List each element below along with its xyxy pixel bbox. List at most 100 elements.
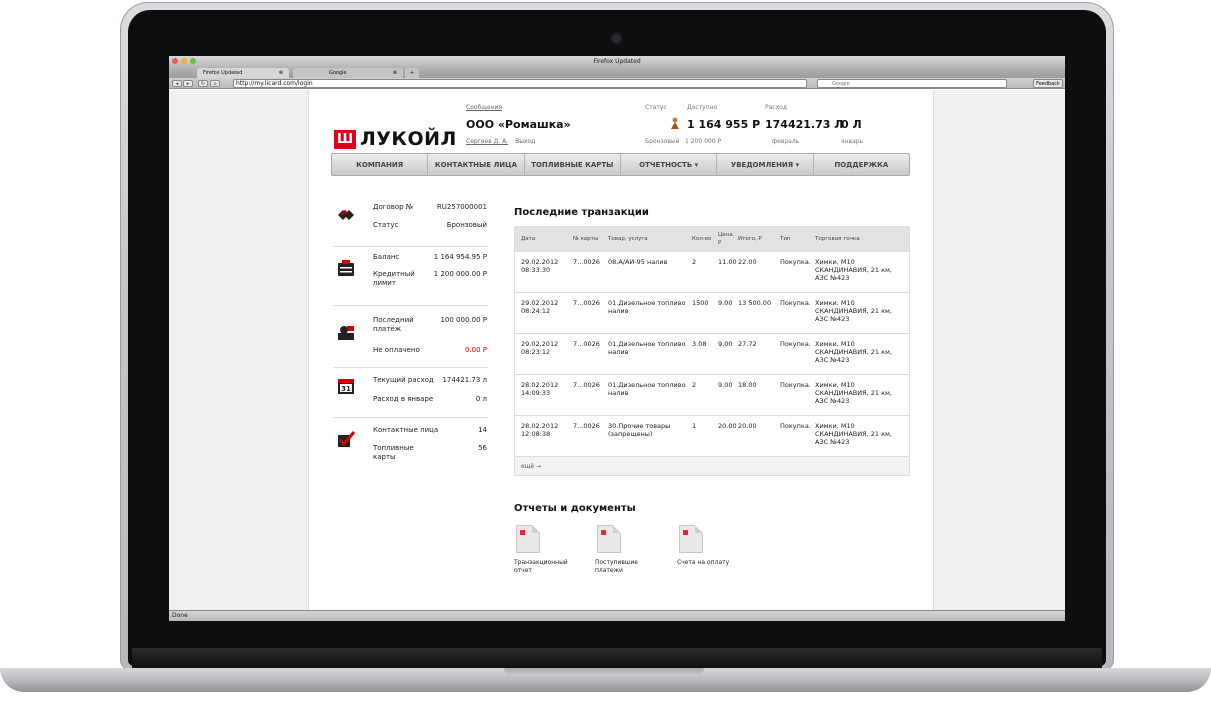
menu-item-reports[interactable]: ОТЧЕТНОСТЬ ▾: [621, 154, 718, 175]
reports-title: Отчеты и документы: [514, 503, 636, 514]
contacts-label[interactable]: Контактные лица: [373, 426, 443, 435]
column-header-type[interactable]: Тип: [780, 235, 815, 243]
table-row[interactable]: 28.02.2012 12:08:38 7...0026 30.Прочие т…: [515, 415, 909, 456]
cell-date: 29.02.2012 08:33:30: [521, 258, 559, 274]
expense-block: 31 Текущий расход 174421.73 л Расход в я…: [333, 368, 488, 418]
tab-close-icon[interactable]: ⊗: [393, 68, 397, 78]
cell-type: Покупка.: [780, 258, 811, 266]
column-header-qty[interactable]: Кол-во: [692, 235, 718, 243]
tab-google[interactable]: Google ⊗: [293, 68, 403, 78]
tab-firefox-updated[interactable]: Firefox Updated ⊗: [197, 68, 289, 78]
cell-qty: 1: [692, 422, 697, 430]
messages-link[interactable]: Сообщения: [466, 104, 502, 111]
user-info: Сергеев Д. А. Выход: [466, 138, 535, 145]
jan-expense-value: 0 л: [475, 395, 487, 403]
url-field[interactable]: http://my.licard.com/login: [233, 79, 807, 88]
window-titlebar: Firefox Updated: [169, 56, 1065, 67]
navigation-toolbar: ◂ ▸ ↻ ⌂ http://my.licard.com/login Googl…: [169, 78, 1065, 89]
zoom-icon[interactable]: [190, 58, 196, 64]
column-header-total[interactable]: Итого, Р: [738, 235, 780, 243]
back-icon[interactable]: ◂: [172, 80, 182, 87]
last-payment-label: Последний платёж: [373, 316, 414, 333]
column-header-price[interactable]: Цена, Р: [718, 231, 738, 247]
fuel-cards-value: 56: [478, 444, 487, 452]
cell-type: Покупка.: [780, 381, 811, 389]
checklist-icon: [338, 431, 355, 447]
company-name: ООО «Ромашка»: [466, 118, 571, 131]
camera-icon: [612, 34, 621, 43]
more-transactions-link[interactable]: ещё →: [515, 456, 909, 475]
unpaid-value: 0.00 Р: [464, 346, 487, 354]
table-row[interactable]: 29.02.2012 08:33:30 7...0026 08.А/АИ-95 …: [515, 251, 909, 292]
home-icon[interactable]: ⌂: [210, 80, 220, 87]
lukoil-logo[interactable]: Ш ЛУКОЙЛ: [334, 128, 457, 150]
cell-qty: 2: [692, 258, 697, 266]
menu-item-notifications[interactable]: УВЕДОМЛЕНИЯ ▾: [717, 154, 814, 175]
cell-station: Химки, М10 СКАНДИНАВИЯ, 21 км, АЗС №423: [815, 422, 892, 446]
report-label: Поступившие платежи: [595, 559, 638, 574]
cell-card: 7...0026: [573, 299, 600, 307]
menu-item-company[interactable]: КОМПАНИЯ: [332, 154, 429, 175]
cell-product: 08.А/АИ-95 налив: [608, 258, 668, 266]
reload-icon[interactable]: ↻: [198, 80, 208, 87]
fuel-cards-label[interactable]: Топливные карты: [373, 444, 429, 462]
column-header-date[interactable]: Дата: [515, 235, 573, 243]
menu-item-fuel-cards[interactable]: ТОПЛИВНЫЕ КАРТЫ: [525, 154, 621, 175]
unpaid-label: Не оплачено: [373, 346, 420, 354]
feedback-button[interactable]: Feedback: [1033, 79, 1063, 88]
report-transactions[interactable]: Транзакционный отчет: [514, 525, 584, 575]
cell-station: Химки, М10 СКАНДИНАВИЯ, 21 км, АЗС №423: [815, 381, 892, 405]
close-icon[interactable]: [172, 58, 178, 64]
cell-card: 7...0026: [573, 340, 600, 348]
user-link[interactable]: Сергеев Д. А.: [466, 138, 508, 145]
status-bar: Done: [169, 610, 1065, 621]
table-header: Дата № карты Товар, услуга Кол-во Цена, …: [515, 227, 909, 251]
minimize-icon[interactable]: [181, 58, 187, 64]
logout-link[interactable]: Выход: [515, 138, 535, 145]
transactions-title: Последние транзакции: [514, 207, 649, 218]
cell-total: 18.00: [738, 381, 757, 389]
document-icon: [679, 525, 703, 553]
menu-item-support[interactable]: ПОДДЕРЖКА: [814, 154, 909, 175]
logo-mark: Ш: [334, 129, 356, 149]
report-payments[interactable]: Поступившие платежи: [595, 525, 665, 575]
handshake-icon: [338, 209, 354, 220]
table-row[interactable]: 29.02.2012 08:24:12 7...0026 01.Дизельно…: [515, 292, 909, 333]
cell-price: 11.00: [718, 258, 737, 266]
contacts-block: Контактные лица 14 Топливные карты 56: [333, 418, 488, 480]
main-menu: КОМПАНИЯ КОНТАКТНЫЕ ЛИЦА ТОПЛИВНЫЕ КАРТЫ…: [331, 153, 910, 176]
table-row[interactable]: 28.02.2012 14:09:33 7...0026 01.Дизельно…: [515, 374, 909, 415]
balance-value: 1 164 954.95 Р: [433, 253, 487, 261]
payment-block: Последний платёж 100 000.00 Р Не оплачен…: [333, 306, 488, 368]
cell-date: 28.02.2012 12:08:38: [521, 422, 559, 438]
status-limit: 1 200 000 Р: [685, 138, 722, 145]
search-input[interactable]: Google: [817, 79, 1007, 88]
expense-jan-value: 0 Л: [841, 118, 862, 131]
cell-qty: 2: [692, 381, 697, 389]
cell-total: 22.00: [738, 258, 757, 266]
current-expense-label: Текущий расход: [373, 376, 434, 384]
cell-total: 27.72: [738, 340, 757, 348]
tab-close-icon[interactable]: ⊗: [279, 68, 283, 78]
forward-icon[interactable]: ▸: [183, 80, 193, 87]
status-value: Бронзовый: [446, 221, 487, 229]
cell-total: 20.00: [738, 422, 757, 430]
report-label: Счета на оплату: [677, 559, 730, 566]
new-tab-button[interactable]: +: [405, 68, 419, 78]
cell-price: 9.00: [718, 340, 733, 348]
cell-price: 9.00: [718, 299, 733, 307]
expense-label: Расход: [765, 104, 787, 111]
calendar-day: 31: [341, 385, 351, 393]
menu-item-contacts[interactable]: КОНТАКТНЫЕ ЛИЦА: [428, 154, 525, 175]
column-header-card[interactable]: № карты: [573, 235, 608, 243]
report-invoices[interactable]: Счета на оплату: [677, 525, 747, 567]
browser-viewport: Ш ЛУКОЙЛ Сообщения ООО «Ромашка» Сергеев…: [169, 90, 1065, 610]
status-value: Бронзовый: [645, 138, 680, 145]
column-header-product[interactable]: Товар, услуга: [608, 235, 692, 243]
table-row[interactable]: 29.02.2012 08:23:12 7...0026 01.Дизельно…: [515, 333, 909, 374]
cell-product: 01.Дизельное топливо налив: [608, 340, 686, 356]
wallet-icon: [338, 260, 354, 276]
cell-date: 28.02.2012 14:09:33: [521, 381, 559, 397]
column-header-station[interactable]: Торговая точка: [815, 235, 905, 243]
balance-label: Баланс: [373, 253, 400, 261]
